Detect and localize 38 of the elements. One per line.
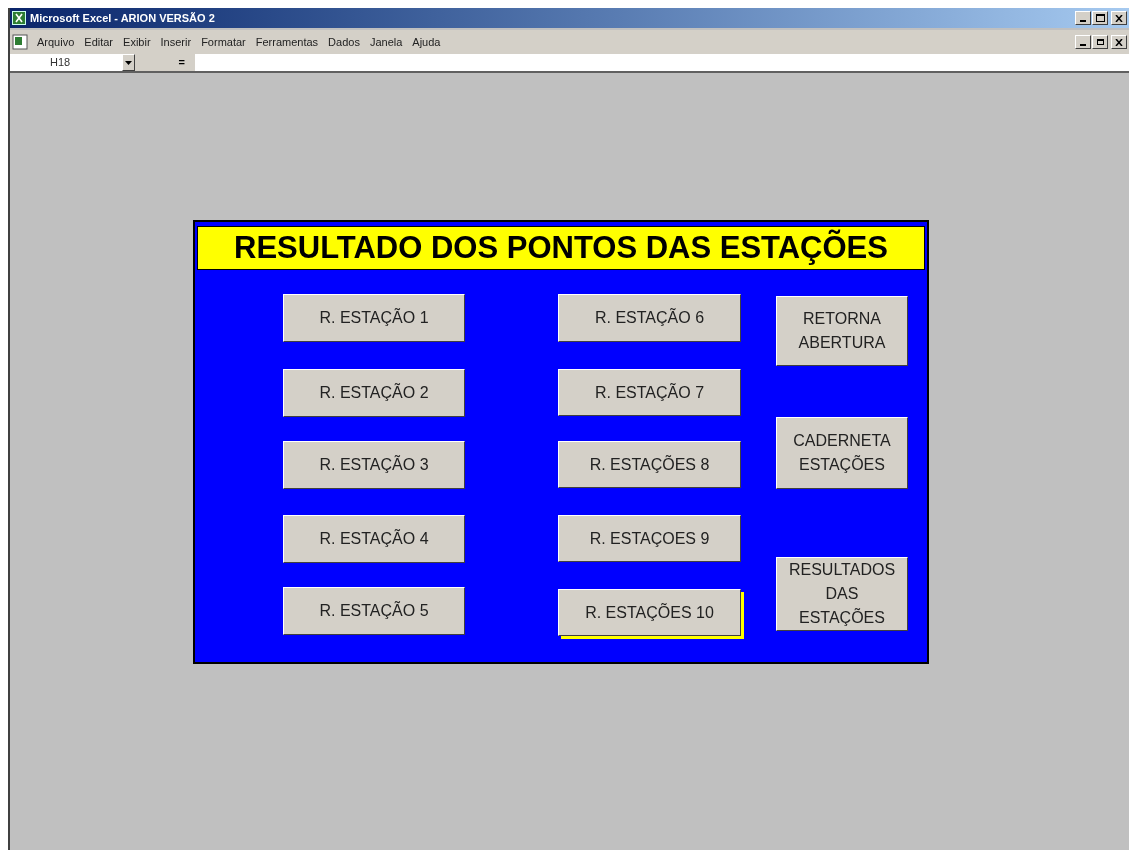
menu-item[interactable]: Exibir (118, 33, 156, 51)
formula-equals-button[interactable]: = (178, 54, 185, 71)
restore-button[interactable] (1092, 35, 1108, 49)
caret-icon (125, 60, 132, 65)
menu-item[interactable]: Janela (364, 33, 408, 51)
menu-item[interactable]: Ajuda (407, 33, 446, 51)
macro-button[interactable]: R. ESTAÇÃO 3 (283, 441, 465, 489)
macro-button[interactable]: R. ESTAÇÃO 7 (558, 369, 741, 416)
macro-button[interactable]: R. ESTAÇÃO 2 (283, 369, 465, 417)
menu-item[interactable]: Formatar (196, 33, 251, 51)
close-icon (1115, 38, 1123, 46)
name-box[interactable]: H18 (10, 54, 122, 71)
macro-button[interactable]: RESULTADOS DAS ESTAÇÕES (776, 557, 908, 631)
macro-button[interactable]: R. ESTAÇÕES 8 (558, 441, 741, 488)
macro-button[interactable]: R. ESTAÇÃO 4 (283, 515, 465, 563)
macro-button[interactable]: RETORNA ABERTURA (776, 296, 908, 366)
close-button[interactable] (1111, 11, 1127, 25)
macro-button[interactable]: R. ESTAÇÕES 10 (558, 589, 741, 636)
minimize-button[interactable] (1075, 11, 1091, 25)
menu-item[interactable]: Editar (79, 33, 119, 51)
menu-item[interactable]: Dados (323, 33, 365, 51)
macro-button[interactable]: R. ESTAÇÃO 5 (283, 587, 465, 635)
dropdown-button[interactable] (122, 54, 135, 71)
workbook-icon[interactable] (12, 34, 28, 50)
macro-button[interactable]: R. ESTAÇOES 9 (558, 515, 741, 562)
minimize-button[interactable] (1075, 35, 1091, 49)
macro-button[interactable]: R. ESTAÇÃO 1 (283, 294, 465, 342)
macro-button[interactable]: CADERNETA ESTAÇÕES (776, 417, 908, 489)
window-title: Microsoft Excel - ARION VERSÃO 2 (30, 10, 215, 26)
panel-title: RESULTADO DOS PONTOS DAS ESTAÇÕES (197, 226, 925, 270)
macro-button[interactable]: R. ESTAÇÃO 6 (558, 294, 741, 342)
menu-item[interactable]: Ferramentas (250, 33, 324, 51)
menu-item[interactable]: Inserir (155, 33, 197, 51)
close-icon (1115, 14, 1123, 22)
close-button[interactable] (1111, 35, 1127, 49)
maximize-button[interactable] (1092, 11, 1108, 25)
spreadsheet-icon (12, 11, 26, 25)
menu-item[interactable]: Arquivo (32, 33, 80, 51)
